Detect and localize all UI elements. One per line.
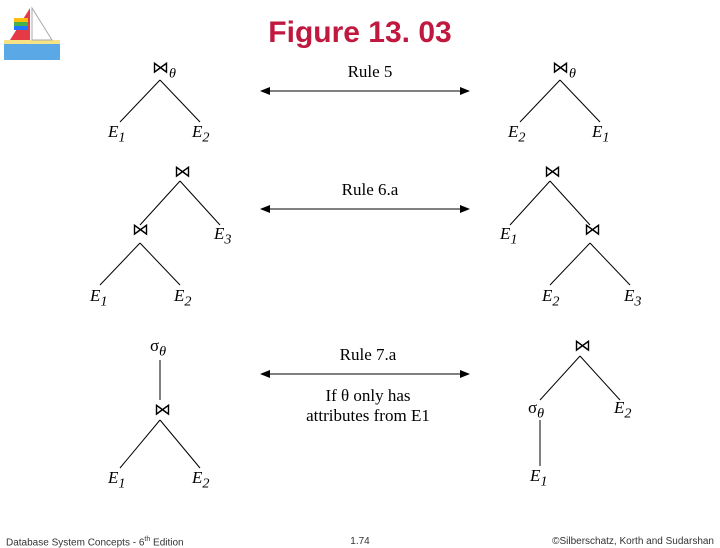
leaf-e3: E3: [624, 286, 641, 310]
leaf-e1: E1: [592, 122, 609, 146]
leaf-e1: E1: [500, 224, 517, 248]
arrow-rule7a: [260, 368, 470, 380]
join-symbol: ⋈: [584, 220, 601, 240]
join-symbol: ⋈: [154, 400, 171, 420]
arrow-rule6a: [260, 203, 470, 215]
leaf-e1: E1: [108, 122, 125, 146]
leaf-e2: E2: [174, 286, 191, 310]
leaf-e2: E2: [508, 122, 525, 146]
rule7a-label: Rule 7.a: [298, 345, 438, 365]
leaf-e1: E1: [90, 286, 107, 310]
sigma-theta: σθ: [528, 398, 544, 422]
leaf-e1: E1: [530, 466, 547, 490]
join-symbol: ⋈θ: [152, 58, 176, 82]
leaf-e2: E2: [614, 398, 631, 422]
sigma-theta: σθ: [150, 336, 166, 360]
join-symbol: ⋈: [132, 220, 149, 240]
join-symbol: ⋈: [574, 336, 591, 356]
arrow-rule5: [260, 85, 470, 97]
footer-right: ©Silberschatz, Korth and Sudarshan: [552, 536, 714, 547]
rule7a-cond1: If θ only has: [298, 386, 438, 406]
leaf-e3: E3: [214, 224, 231, 248]
leaf-e1: E1: [108, 468, 125, 492]
leaf-e2: E2: [542, 286, 559, 310]
leaf-e2: E2: [192, 468, 209, 492]
rule6a-label: Rule 6.a: [310, 180, 430, 200]
leaf-e2: E2: [192, 122, 209, 146]
tree-rule7a-right: [490, 338, 650, 508]
join-symbol: ⋈: [544, 162, 561, 182]
page-title: Figure 13. 03: [0, 16, 720, 50]
join-symbol: ⋈θ: [552, 58, 576, 82]
rule7a-cond2: attributes from E1: [290, 406, 446, 426]
join-symbol: ⋈: [174, 162, 191, 182]
rule5-label: Rule 5: [310, 62, 430, 82]
